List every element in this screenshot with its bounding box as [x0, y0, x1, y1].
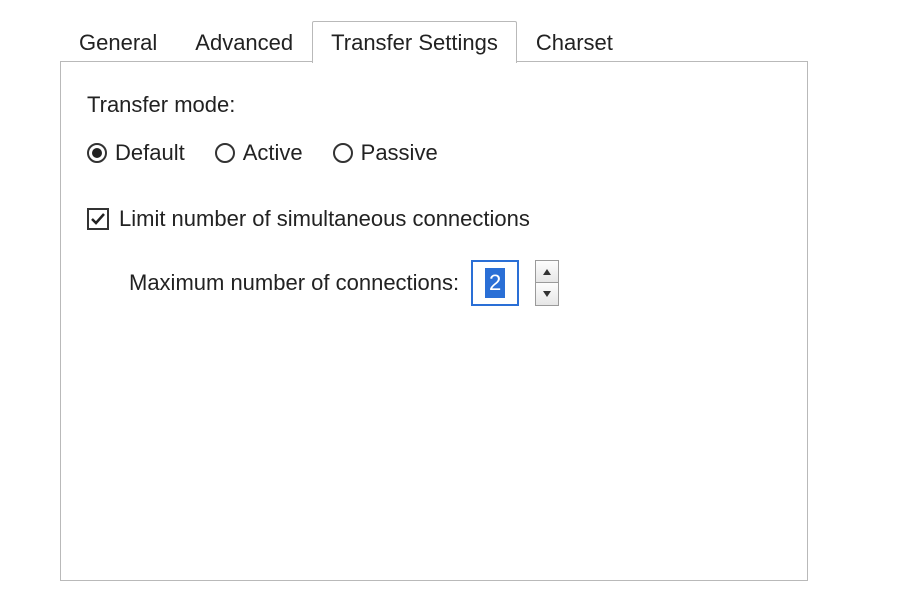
tab-label: Advanced: [195, 30, 293, 55]
max-connections-input-wrap: 2: [471, 260, 519, 306]
max-connections-input[interactable]: [471, 260, 519, 306]
transfer-mode-group: Default Active Passive: [87, 140, 781, 166]
radio-label: Passive: [361, 140, 438, 166]
checkbox-icon: [87, 208, 109, 230]
settings-dialog: General Advanced Transfer Settings Chars…: [0, 0, 900, 600]
radio-active[interactable]: Active: [215, 140, 303, 166]
tab-charset[interactable]: Charset: [517, 21, 632, 62]
spinner-up-button[interactable]: [535, 260, 559, 283]
tab-panel-transfer-settings: Transfer mode: Default Active Passive Li…: [60, 61, 808, 581]
radio-icon: [333, 143, 353, 163]
radio-icon: [87, 143, 107, 163]
tab-general[interactable]: General: [60, 21, 176, 62]
radio-label: Active: [243, 140, 303, 166]
tab-transfer-settings[interactable]: Transfer Settings: [312, 21, 517, 63]
tab-label: Transfer Settings: [331, 30, 498, 55]
radio-label: Default: [115, 140, 185, 166]
triangle-down-icon: [543, 291, 551, 297]
radio-icon: [215, 143, 235, 163]
tab-label: Charset: [536, 30, 613, 55]
max-connections-row: Maximum number of connections: 2: [129, 260, 781, 306]
tab-strip: General Advanced Transfer Settings Chars…: [60, 14, 900, 62]
transfer-mode-label: Transfer mode:: [87, 92, 781, 118]
spinner-down-button[interactable]: [535, 283, 559, 306]
tab-label: General: [79, 30, 157, 55]
tab-advanced[interactable]: Advanced: [176, 21, 312, 62]
triangle-up-icon: [543, 269, 551, 275]
limit-connections-checkbox[interactable]: Limit number of simultaneous connections: [87, 206, 781, 232]
checkbox-label: Limit number of simultaneous connections: [119, 206, 530, 232]
radio-default[interactable]: Default: [87, 140, 185, 166]
max-connections-label: Maximum number of connections:: [129, 270, 459, 296]
radio-passive[interactable]: Passive: [333, 140, 438, 166]
max-connections-spinner: [535, 260, 559, 306]
